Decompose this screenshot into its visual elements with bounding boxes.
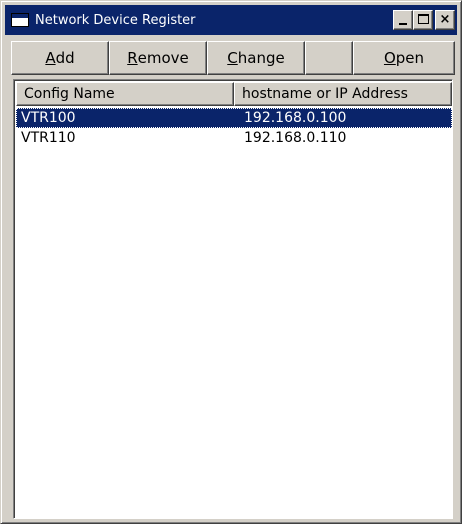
add-button-mnemonic: A xyxy=(45,49,56,67)
config-name-cell: VTR110 xyxy=(21,130,76,146)
close-button[interactable]: × xyxy=(435,10,455,30)
app-window-icon xyxy=(11,13,29,27)
list-rows: VTR100 192.168.0.100 VTR110 192.168.0.11… xyxy=(16,108,452,148)
main-window: Network Device Register × Add Remove Cha… xyxy=(0,0,462,524)
remove-button[interactable]: Remove xyxy=(109,41,207,75)
caption-buttons: × xyxy=(393,10,455,30)
minimize-icon xyxy=(399,23,407,25)
change-button-mnemonic: C xyxy=(227,49,238,67)
maximize-icon xyxy=(418,14,429,24)
column-header-address[interactable]: hostname or IP Address xyxy=(234,82,452,106)
open-button[interactable]: Open xyxy=(353,41,455,75)
add-button[interactable]: Add xyxy=(11,41,109,75)
minimize-button[interactable] xyxy=(393,10,413,30)
address-cell: 192.168.0.110 xyxy=(244,130,347,146)
close-icon: × xyxy=(439,12,451,27)
change-button-label: hange xyxy=(237,49,285,67)
change-button[interactable]: Change xyxy=(207,41,305,75)
list-row[interactable]: VTR110 192.168.0.110 xyxy=(16,128,452,148)
title-bar[interactable]: Network Device Register × xyxy=(5,5,457,35)
maximize-button[interactable] xyxy=(413,10,433,30)
toolbar: Add Remove Change Open xyxy=(11,41,455,75)
window-title: Network Device Register xyxy=(35,12,196,28)
config-name-cell: VTR100 xyxy=(21,110,76,126)
add-button-label: dd xyxy=(55,49,75,67)
blank-toolbar-button[interactable] xyxy=(305,41,353,75)
address-cell: 192.168.0.100 xyxy=(244,110,347,126)
remove-button-mnemonic: R xyxy=(127,49,138,67)
column-header-config-name[interactable]: Config Name xyxy=(16,82,234,106)
device-list[interactable]: Config Name hostname or IP Address VTR10… xyxy=(13,79,453,519)
open-button-label: pen xyxy=(395,49,425,67)
list-row[interactable]: VTR100 192.168.0.100 xyxy=(16,108,452,128)
remove-button-label: emove xyxy=(137,49,189,67)
list-header: Config Name hostname or IP Address xyxy=(16,82,452,106)
open-button-mnemonic: O xyxy=(383,49,396,67)
